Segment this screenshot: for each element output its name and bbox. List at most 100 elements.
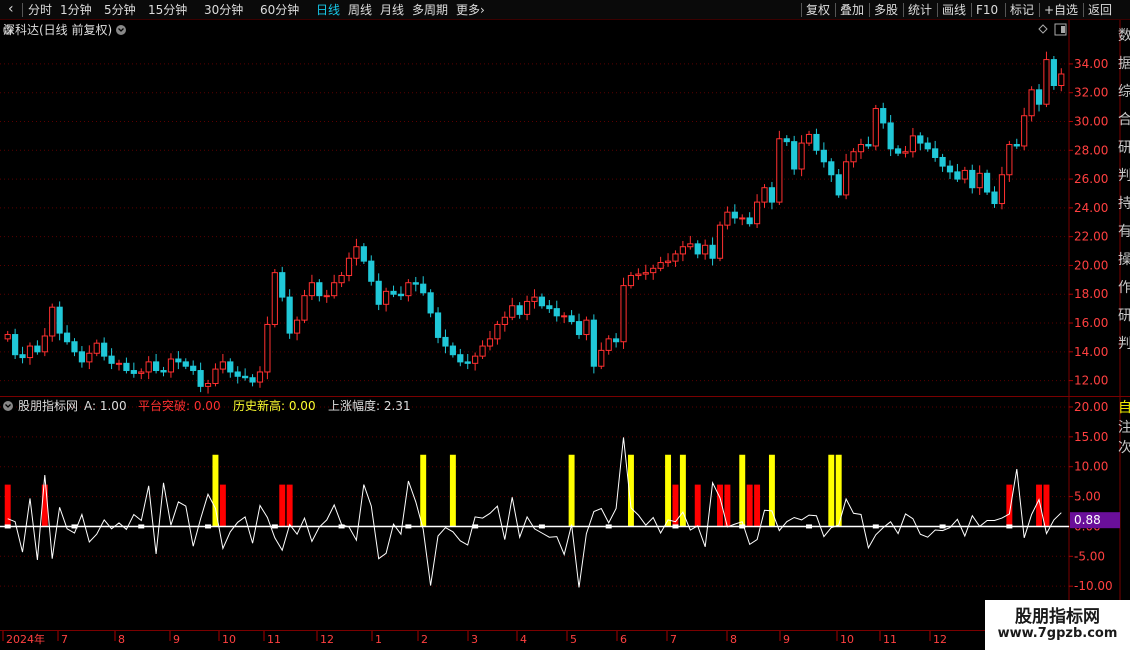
candle (887, 122, 894, 150)
date-label: 10 (222, 633, 236, 646)
candle (115, 362, 123, 365)
side-panel-char: 合 (1118, 112, 1130, 128)
date-label: 2 (421, 633, 428, 646)
candle (138, 371, 145, 374)
chevron-down-circle-icon[interactable] (3, 401, 13, 411)
chevron-down-circle-icon[interactable] (116, 25, 126, 35)
candle (850, 151, 857, 163)
candle (538, 296, 546, 307)
candle (323, 295, 330, 298)
price-tick-label: 34.00 (1074, 57, 1108, 71)
candle (383, 290, 390, 305)
date-label: 2024年 (6, 632, 45, 646)
side-panel-char: 次 (1118, 440, 1130, 456)
date-label: 11 (267, 633, 281, 646)
candle (167, 358, 175, 373)
side-panel-char: 有 (1118, 224, 1130, 240)
candle (331, 282, 338, 297)
candle (175, 358, 182, 363)
candle (590, 319, 597, 367)
candle (687, 243, 694, 248)
candle (523, 300, 531, 315)
candle (613, 338, 620, 343)
signal-bar (1036, 484, 1042, 527)
candle (4, 334, 11, 340)
candle (724, 211, 731, 226)
date-label: 1 (375, 633, 382, 646)
candle (153, 361, 160, 372)
side-panel-char: 判 (1118, 336, 1130, 352)
price-tick-label: 12.00 (1074, 374, 1108, 388)
zero-marker (138, 524, 145, 529)
candle (56, 306, 63, 334)
candle (479, 345, 486, 357)
candle (182, 361, 189, 367)
zero-marker (271, 524, 278, 529)
signal-bar (828, 454, 835, 527)
candle (820, 149, 827, 163)
candle (271, 272, 278, 325)
price-tick-label: 30.00 (1074, 114, 1108, 128)
date-label: 11 (883, 633, 897, 646)
candle (642, 272, 649, 275)
watermark: 股朋指标网 www.7gpzb.com (985, 600, 1130, 650)
signal-bar (219, 484, 226, 527)
signal-bar (1043, 484, 1050, 527)
side-panel-char: 持 (1118, 196, 1130, 212)
candle (709, 244, 716, 259)
indicator-field: 历史新高: 0.00 (233, 398, 316, 413)
candle (427, 292, 434, 314)
candle (939, 156, 946, 167)
candle (753, 201, 761, 225)
candle (145, 361, 152, 373)
candle (108, 355, 115, 364)
signal-bar (1006, 484, 1013, 527)
candle (234, 371, 241, 377)
candle (301, 295, 308, 321)
candle (902, 151, 909, 154)
side-panel-char: 操 (1118, 252, 1130, 268)
price-tick-label: 32.00 (1074, 86, 1108, 100)
candle (605, 338, 612, 351)
candle (731, 211, 738, 219)
candle (568, 315, 575, 323)
candle (12, 334, 19, 356)
candle (843, 161, 850, 196)
diamond-icon[interactable] (1038, 24, 1048, 34)
candle (509, 305, 516, 318)
candle (86, 352, 93, 363)
signal-bar (449, 454, 456, 527)
price-tick-label: 22.00 (1074, 230, 1108, 244)
candle (249, 377, 256, 383)
signal-bar (568, 454, 575, 527)
price-tick-label: 16.00 (1074, 316, 1108, 330)
candle (783, 138, 790, 143)
candle (865, 144, 872, 147)
candle (917, 135, 924, 144)
price-tick-label: 20.00 (1074, 258, 1108, 272)
signal-bar (739, 454, 746, 527)
indicator-field: 平台突破: 0.00 (138, 398, 221, 413)
candle (219, 361, 226, 370)
candle (805, 133, 813, 144)
date-label: 7 (61, 633, 68, 646)
candle (768, 187, 776, 203)
stock-title: 深科达(日线 前复权) (3, 22, 112, 37)
candle (909, 135, 916, 153)
candle (983, 172, 991, 193)
date-label: 5 (570, 633, 577, 646)
candle (457, 354, 464, 363)
candle (702, 244, 709, 255)
indicator-line (7, 437, 1062, 588)
candle (664, 260, 672, 264)
candle (761, 187, 768, 203)
candle (954, 171, 961, 180)
candle (472, 355, 479, 364)
zero-marker (806, 524, 813, 529)
indicator-tick-label: 5.00 (1074, 490, 1101, 504)
signal-bar (746, 484, 753, 527)
candle (694, 243, 701, 255)
date-label: 12 (933, 633, 947, 646)
candle (798, 142, 805, 170)
panel-toggle-icon-fill (1061, 26, 1065, 33)
